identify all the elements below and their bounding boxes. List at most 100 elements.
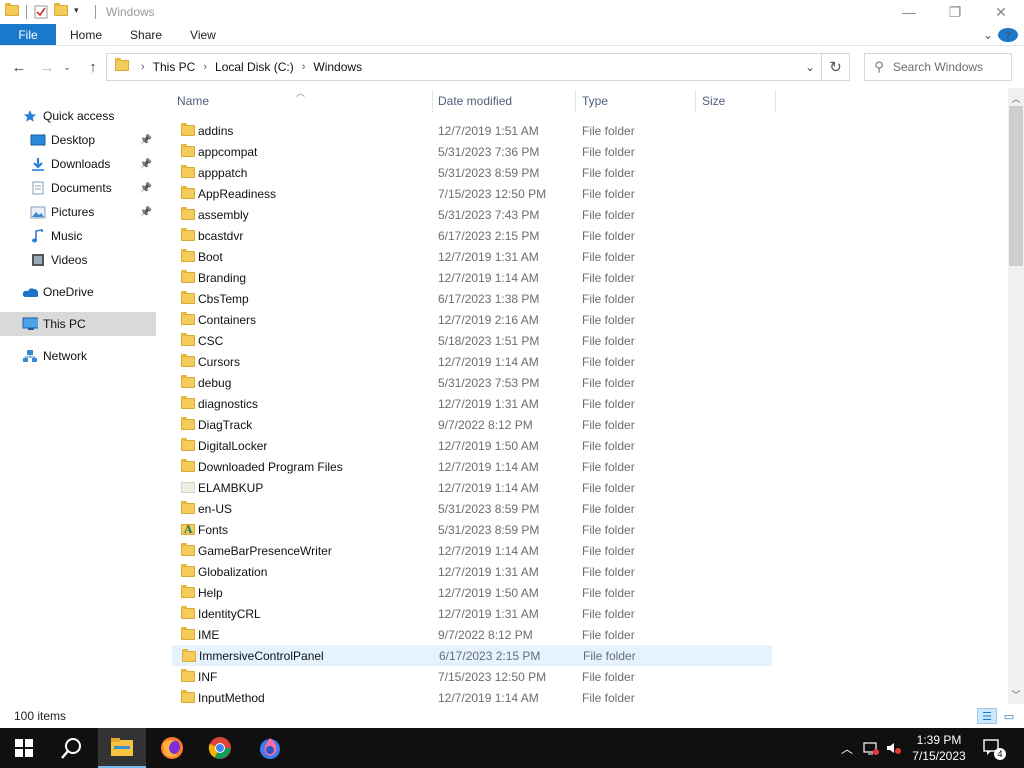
file-name[interactable]: Help — [198, 586, 223, 600]
pin-icon[interactable]: 📌 — [140, 183, 152, 194]
breadcrumb-windows[interactable]: Windows — [313, 60, 362, 74]
new-folder-icon[interactable] — [54, 3, 68, 19]
table-row[interactable]: appcompat 5/31/2023 7:36 PM File folder — [172, 141, 772, 162]
file-name[interactable]: ELAMBKUP — [198, 481, 263, 495]
tab-file[interactable]: File — [0, 24, 56, 45]
system-clock[interactable]: 1:39 PM 7/15/2023 — [904, 732, 974, 764]
file-name[interactable]: assembly — [198, 208, 249, 222]
breadcrumb-this-pc[interactable]: This PC — [153, 60, 196, 74]
tab-view[interactable]: View — [176, 24, 230, 45]
chrome-icon[interactable] — [196, 728, 244, 768]
column-header-size[interactable]: Size — [697, 88, 775, 114]
breadcrumb-chevron-icon[interactable]: › — [203, 61, 207, 73]
tab-home[interactable]: Home — [56, 24, 116, 45]
up-button[interactable]: ↑ — [82, 56, 104, 78]
table-row[interactable]: diagnostics 12/7/2019 1:31 AM File folder — [172, 393, 772, 414]
recent-locations-chevron-icon[interactable]: ⌄ — [60, 56, 74, 78]
maximize-button[interactable]: ❐ — [932, 0, 978, 24]
file-name[interactable]: CSC — [198, 334, 223, 348]
table-row[interactable]: ELAMBKUP 12/7/2019 1:14 AM File folder — [172, 477, 772, 498]
table-row[interactable]: Boot 12/7/2019 1:31 AM File folder — [172, 246, 772, 267]
help-icon[interactable]: ? — [998, 28, 1018, 42]
table-row[interactable]: GameBarPresenceWriter 12/7/2019 1:14 AM Fi… — [172, 540, 772, 561]
table-row[interactable]: InputMethod 12/7/2019 1:14 AM File folder — [172, 687, 772, 704]
file-name[interactable]: bcastdvr — [198, 229, 243, 243]
search-icon[interactable] — [48, 728, 96, 768]
pin-icon[interactable]: 📌 — [140, 207, 152, 218]
start-icon[interactable] — [0, 728, 48, 768]
table-row[interactable]: debug 5/31/2023 7:53 PM File folder — [172, 372, 772, 393]
table-row[interactable]: CbsTemp 6/17/2023 1:38 PM File folder — [172, 288, 772, 309]
file-name[interactable]: CbsTemp — [198, 292, 249, 306]
show-hidden-icons-chevron-icon[interactable]: ︿ — [838, 728, 856, 768]
file-name[interactable]: GameBarPresenceWriter — [198, 544, 332, 558]
file-name[interactable]: DigitalLocker — [198, 439, 267, 453]
network-status-icon[interactable] — [860, 728, 882, 768]
file-name[interactable]: Containers — [198, 313, 256, 327]
breadcrumb-local-disk[interactable]: Local Disk (C:) — [215, 60, 294, 74]
file-name[interactable]: en-US — [198, 502, 232, 516]
pane-splitter[interactable] — [158, 88, 166, 704]
search-input[interactable] — [893, 60, 1003, 74]
table-row[interactable]: AppReadiness 7/15/2023 12:50 PM File folde… — [172, 183, 772, 204]
column-header-date[interactable]: Date modified — [433, 88, 575, 114]
scrollbar-thumb[interactable] — [1009, 106, 1023, 266]
file-name[interactable]: Cursors — [198, 355, 240, 369]
table-row[interactable]: Help 12/7/2019 1:50 AM File folder — [172, 582, 772, 603]
table-row[interactable]: IdentityCRL 12/7/2019 1:31 AM File folder — [172, 603, 772, 624]
file-name[interactable]: Globalization — [198, 565, 267, 579]
file-name[interactable]: appcompat — [198, 145, 257, 159]
file-name[interactable]: Downloaded Program Files — [198, 460, 343, 474]
firefox-icon[interactable] — [148, 728, 196, 768]
sidebar-item-desktop[interactable]: Desktop 📌 — [0, 128, 156, 152]
column-header-type[interactable]: Type — [577, 88, 695, 114]
search-box[interactable]: ⚲ — [864, 53, 1012, 81]
table-row[interactable]: Downloaded Program Files 12/7/2019 1:14 A… — [172, 456, 772, 477]
sidebar-item-videos[interactable]: Videos — [0, 248, 156, 272]
table-row[interactable]: bcastdvr 6/17/2023 2:15 PM File folder — [172, 225, 772, 246]
vertical-scrollbar[interactable]: ︿ ﹀ — [1008, 88, 1024, 704]
pin-icon[interactable]: 📌 — [140, 159, 152, 170]
breadcrumb-chevron-icon[interactable]: › — [302, 61, 306, 73]
table-row[interactable]: Cursors 12/7/2019 1:14 AM File folder — [172, 351, 772, 372]
column-divider[interactable] — [575, 90, 576, 112]
column-divider[interactable] — [695, 90, 696, 112]
properties-icon[interactable] — [34, 5, 48, 19]
sidebar-item-downloads[interactable]: Downloads 📌 — [0, 152, 156, 176]
file-name[interactable]: Fonts — [198, 523, 228, 537]
action-center-icon[interactable]: 4 — [978, 728, 1008, 768]
scroll-up-arrow-icon[interactable]: ︿ — [1008, 90, 1024, 106]
file-name[interactable]: apppatch — [198, 166, 247, 180]
column-divider[interactable] — [775, 90, 776, 112]
table-row[interactable]: INF 7/15/2023 12:50 PM File folder — [172, 666, 772, 687]
scroll-down-arrow-icon[interactable]: ﹀ — [1008, 686, 1024, 702]
file-name[interactable]: Branding — [198, 271, 246, 285]
expand-ribbon-chevron-icon[interactable]: ⌄ — [978, 28, 998, 42]
volume-muted-icon[interactable] — [884, 728, 904, 768]
tab-share[interactable]: Share — [116, 24, 176, 45]
table-row[interactable]: en-US 5/31/2023 8:59 PM File folder — [172, 498, 772, 519]
file-name[interactable]: ImmersiveControlPanel — [199, 649, 324, 663]
sidebar-item-this-pc[interactable]: This PC — [0, 312, 156, 336]
table-row[interactable]: CSC 5/18/2023 1:51 PM File folder — [172, 330, 772, 351]
table-row[interactable]: DigitalLocker 12/7/2019 1:50 AM File folde… — [172, 435, 772, 456]
table-row[interactable]: assembly 5/31/2023 7:43 PM File folder — [172, 204, 772, 225]
back-button[interactable]: ← — [8, 56, 30, 78]
sidebar-item-quick-access[interactable]: Quick access — [0, 104, 156, 128]
file-name[interactable]: DiagTrack — [198, 418, 252, 432]
file-name[interactable]: addins — [198, 124, 233, 138]
forward-button[interactable]: → — [36, 56, 58, 78]
table-row[interactable]: IME 9/7/2022 8:12 PM File folder — [172, 624, 772, 645]
table-row[interactable]: addins 12/7/2019 1:51 AM File folder — [172, 120, 772, 141]
customize-toolbar-chevron-icon[interactable]: ▾ — [74, 5, 88, 19]
minimize-button[interactable]: — — [886, 0, 932, 24]
breadcrumb-chevron-icon[interactable]: › — [141, 61, 145, 73]
file-name[interactable]: INF — [198, 670, 217, 684]
sidebar-item-network[interactable]: Network — [0, 344, 156, 368]
address-history-chevron-icon[interactable]: ⌄ — [805, 60, 815, 74]
large-icons-view-icon[interactable]: ▭ — [999, 708, 1019, 724]
file-name[interactable]: InputMethod — [198, 691, 265, 705]
table-row[interactable]: Branding 12/7/2019 1:14 AM File folder — [172, 267, 772, 288]
pin-icon[interactable]: 📌 — [140, 135, 152, 146]
file-name[interactable]: IME — [198, 628, 219, 642]
